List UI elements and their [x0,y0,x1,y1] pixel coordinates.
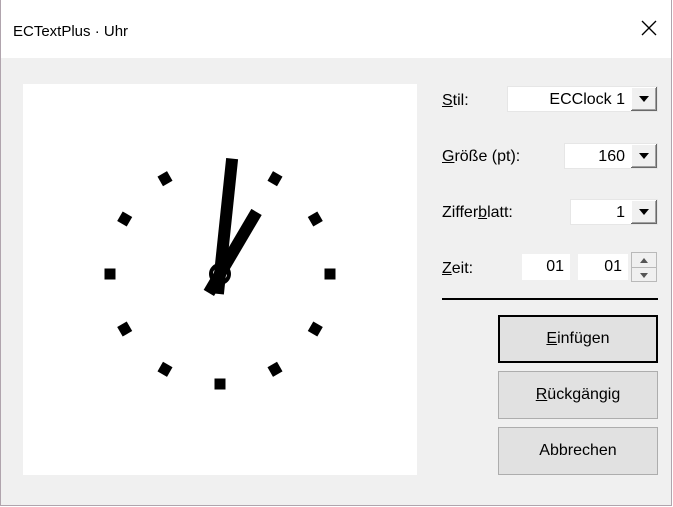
hour-hand [203,208,262,297]
hour-marker [157,171,173,187]
minutes-input[interactable]: 01 [578,254,628,280]
spin-down-button[interactable] [632,267,656,282]
window-title: ECTextPlus · Uhr [13,23,129,40]
separator [442,298,658,300]
undo-button[interactable]: Rückgängig [498,371,658,419]
dial-dropdown-button[interactable] [630,200,657,224]
cancel-button-label: Abbrechen [539,442,617,459]
size-combobox[interactable]: 160 [564,143,658,169]
chevron-down-icon [639,153,649,159]
style-label: Stil: [442,92,469,109]
style-dropdown-button[interactable] [630,87,657,111]
hour-marker [267,361,283,377]
style-combobox[interactable]: ECClock 1 [507,86,658,112]
close-button[interactable] [627,10,671,46]
time-spinner[interactable] [631,252,657,282]
clock-face [104,158,336,390]
dial-combobox[interactable]: 1 [570,199,658,225]
size-label: Größe (pt): [442,148,521,165]
time-label: Zeit: [442,260,474,277]
arrow-down-icon [640,272,648,278]
minute-hand [211,158,239,295]
close-icon [641,20,657,36]
dial-label: Zifferblatt: [442,204,513,221]
hour-marker [267,171,283,187]
insert-button-label: Einfügen [546,330,610,347]
spin-up-button[interactable] [632,253,656,267]
style-value: ECClock 1 [549,91,625,108]
hour-marker [117,211,133,227]
hour-marker [157,361,173,377]
hour-marker [117,321,133,337]
hour-marker [307,211,323,227]
title-bar: ECTextPlus · Uhr [1,0,671,58]
insert-button[interactable]: Einfügen [498,315,658,363]
hours-input[interactable]: 01 [522,254,570,280]
dialog-window: ECTextPlus · Uhr Stil: ECClock 1 Größe (… [0,0,672,506]
chevron-down-icon [639,209,649,215]
hour-marker [307,321,323,337]
dial-value: 1 [616,204,625,221]
undo-button-label: Rückgängig [535,386,621,403]
size-dropdown-button[interactable] [630,144,657,168]
chevron-down-icon [639,96,649,102]
hour-marker [324,268,336,280]
arrow-up-icon [640,257,648,263]
size-value: 160 [598,148,625,165]
hour-marker [104,268,116,280]
clock-preview [23,84,417,475]
hour-marker [214,378,226,390]
cancel-button[interactable]: Abbrechen [498,427,658,475]
